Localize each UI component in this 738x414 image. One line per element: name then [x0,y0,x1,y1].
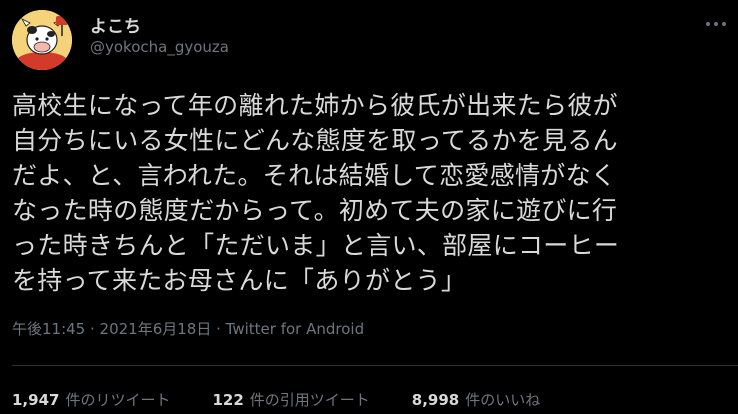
tweet-source[interactable]: Twitter for Android [226,320,364,338]
likes-label: 件のいいね [465,391,541,409]
cow-mascot-icon [12,10,72,70]
divider [12,365,738,366]
engagement-stats: 1,947 件のリツイート 122 件の引用ツイート 8,998 件のいいね [12,389,540,410]
more-dot [714,22,718,26]
more-dot [706,22,710,26]
avatar[interactable] [12,10,72,70]
retweets-label: 件のリツイート [65,391,171,409]
tweet-meta: 午後11:45 · 2021年6月18日 · Twitter for Andro… [12,318,364,339]
tweet-time[interactable]: 午後11:45 [12,320,85,338]
likes-count: 8,998 [411,391,460,409]
display-name[interactable]: よこち [90,12,141,37]
meta-separator: · [211,320,226,338]
more-options-icon[interactable] [702,14,730,34]
retweets-stat[interactable]: 1,947 件のリツイート [12,389,170,410]
quotes-stat[interactable]: 122 件の引用ツイート [212,389,369,410]
quotes-count: 122 [212,391,244,409]
likes-stat[interactable]: 8,998 件のいいね [412,389,540,410]
tweet-date[interactable]: 2021年6月18日 [100,320,212,338]
retweets-count: 1,947 [12,391,60,409]
user-handle[interactable]: @yokocha_gyouza [90,38,229,56]
tweet-text: 高校生になって年の離れた姉から彼氏が出来たら彼が 自分ちにいる女性にどんな態度を… [12,91,620,295]
meta-separator: · [85,320,100,338]
quotes-label: 件の引用ツイート [249,391,370,409]
more-dot [722,22,726,26]
